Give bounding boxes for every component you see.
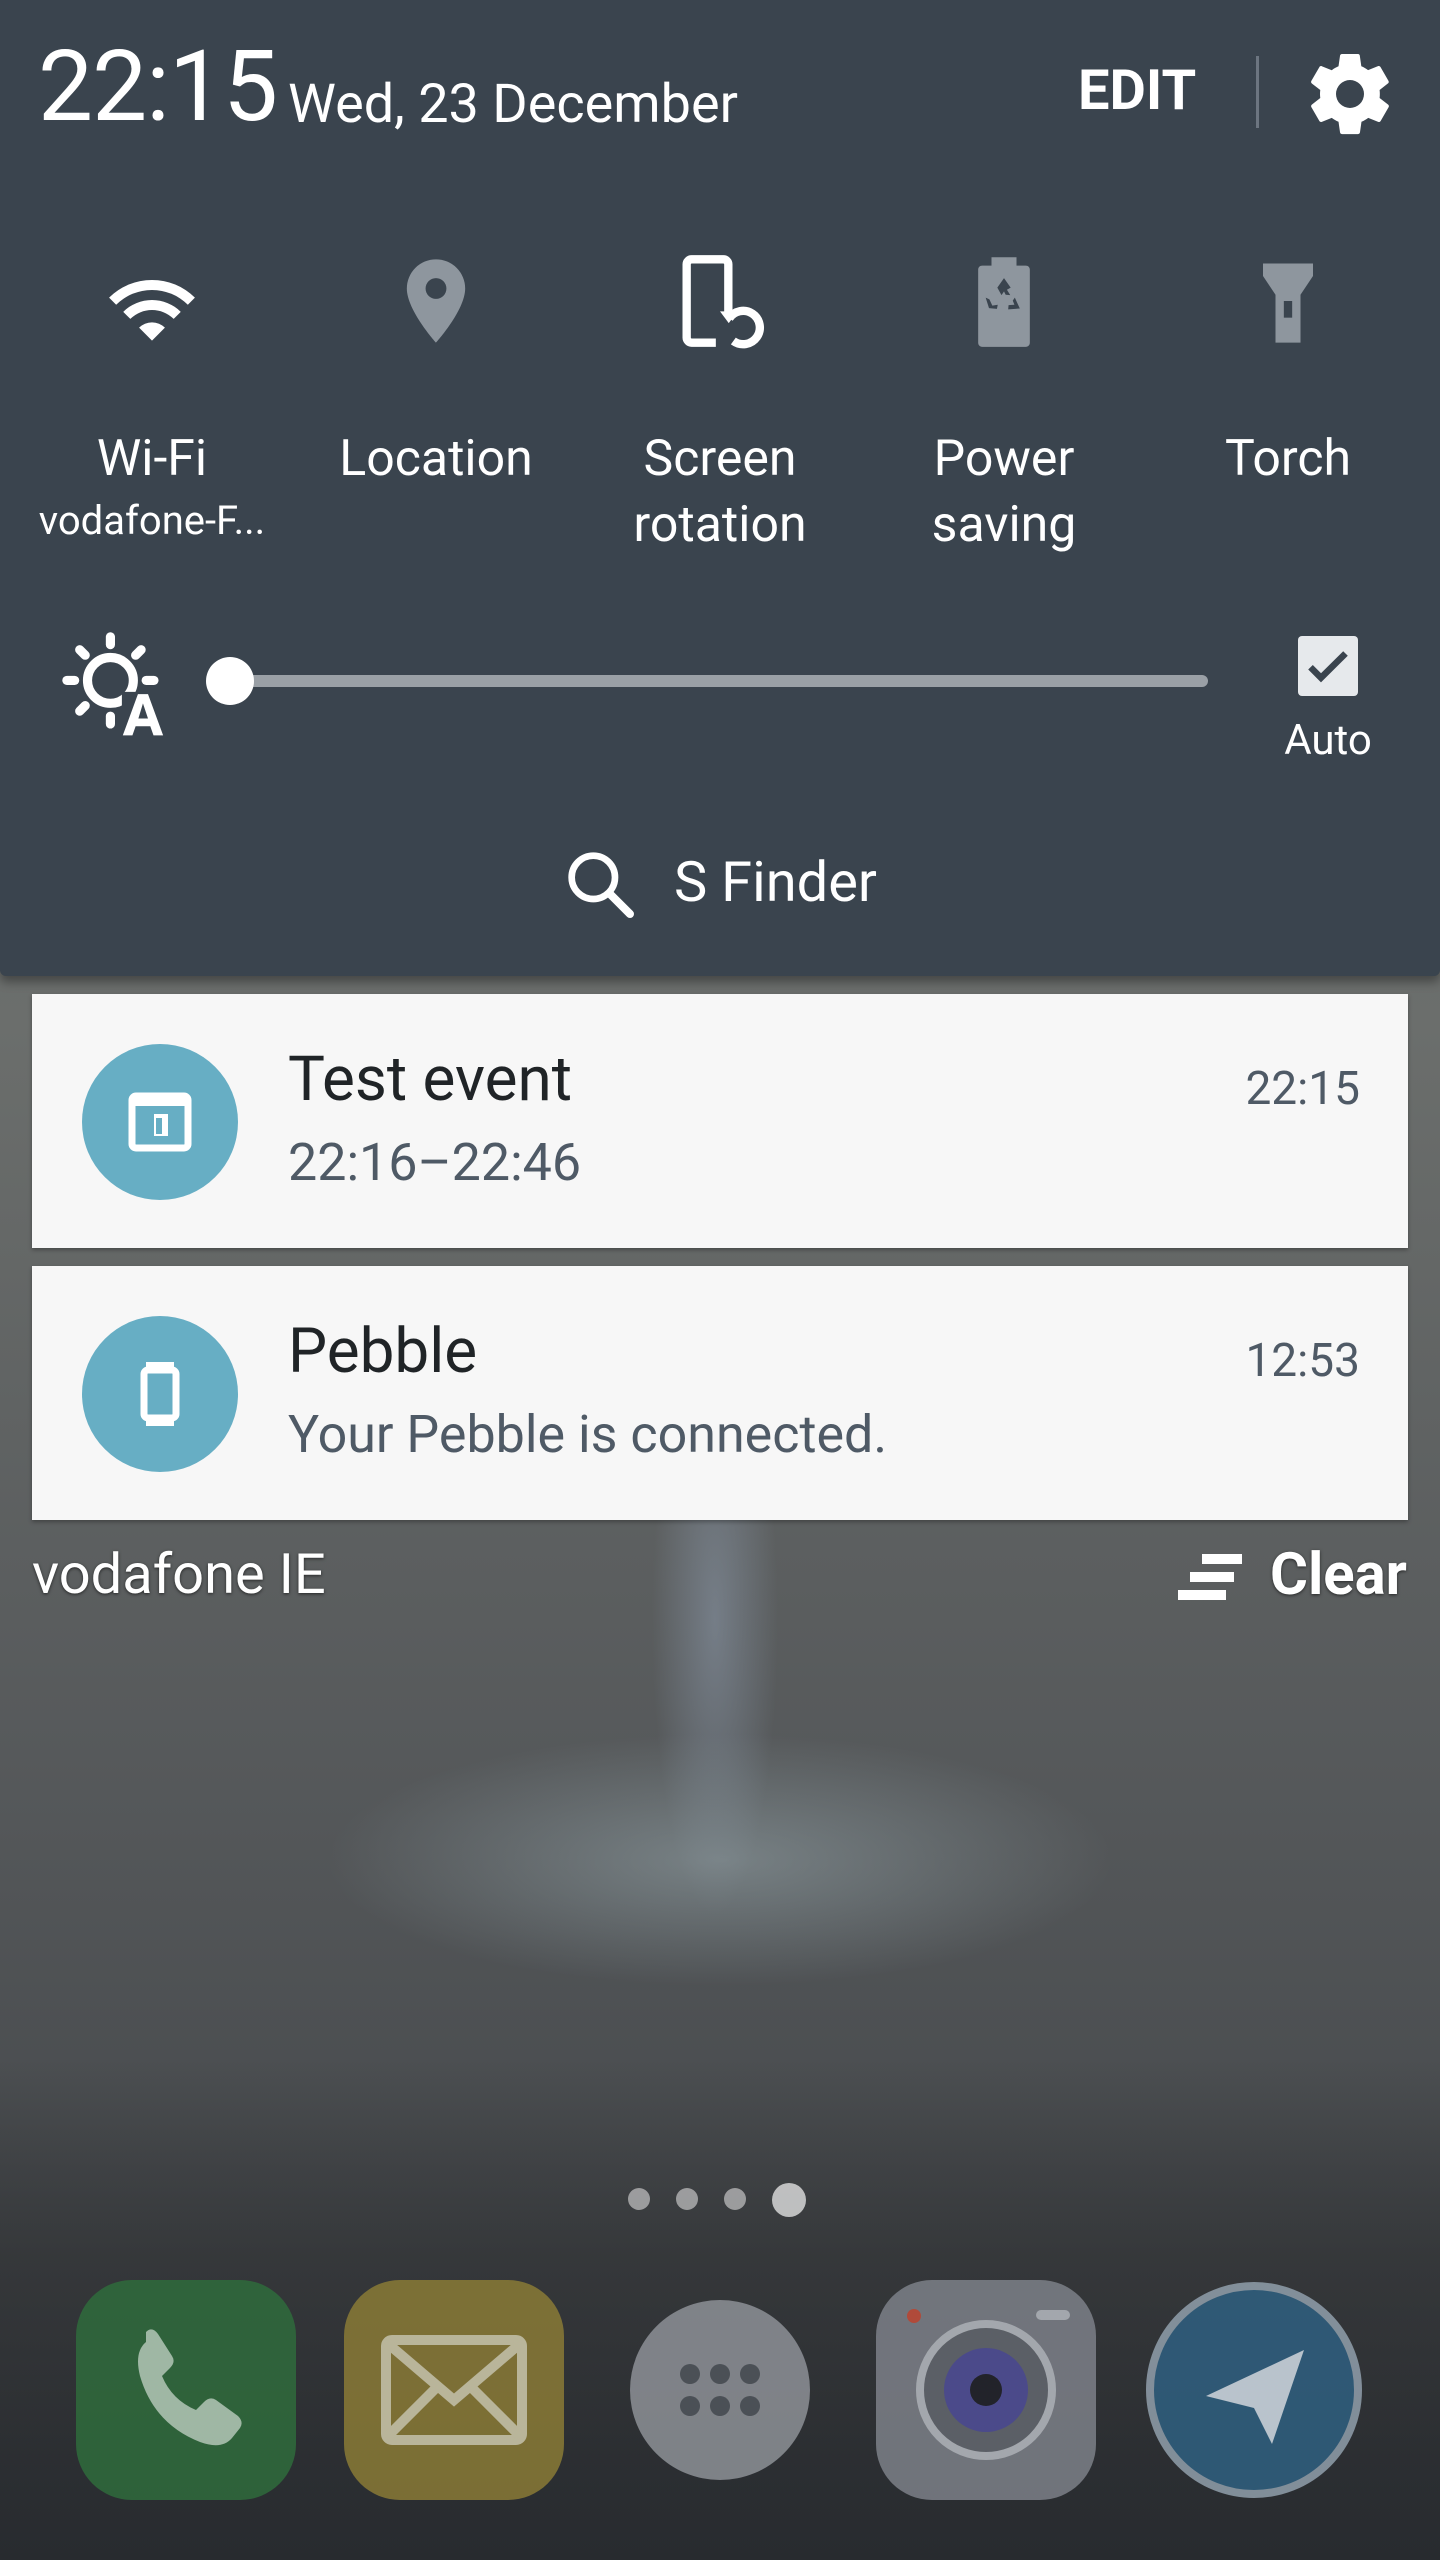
tile-torch-label: Torch [1224, 430, 1352, 488]
tile-screen-rotation-line2: rotation [633, 496, 807, 554]
clear-all-label: Clear [1270, 1541, 1407, 1609]
tile-location-label: Location [339, 430, 533, 488]
tile-power-saving-line2: saving [931, 496, 1077, 554]
tile-location[interactable]: Location [292, 240, 580, 580]
notification-card[interactable]: Test event 22:16–22:46 22:15 [32, 994, 1408, 1248]
notification-title: Pebble [288, 1315, 478, 1388]
apps-icon[interactable] [610, 2280, 830, 2500]
tile-screen-rotation-line1: Screen [643, 430, 797, 488]
notification-card[interactable]: Pebble Your Pebble is connected. 12:53 [32, 1266, 1408, 1520]
watch-icon [140, 1362, 180, 1426]
notification-avatar [82, 1316, 238, 1472]
notification-body: 22:16–22:46 [288, 1132, 582, 1193]
page-dot [676, 2188, 698, 2210]
auto-brightness-icon [62, 632, 168, 738]
quick-settings-tiles: Wi-Fi vodafone-F... Location Screen rota… [0, 240, 1440, 580]
calendar-icon [128, 1092, 192, 1152]
tile-wifi[interactable]: Wi-Fi vodafone-F... [8, 240, 296, 580]
brightness-slider-thumb[interactable] [206, 657, 254, 705]
status-date: Wed, 23 December [288, 73, 738, 136]
page-dot [628, 2188, 650, 2210]
tile-power-saving[interactable]: Power saving [860, 240, 1148, 580]
tile-wifi-network: vodafone-F... [38, 497, 266, 544]
messages-icon[interactable] [344, 2280, 564, 2500]
notification-title: Test event [288, 1043, 573, 1116]
search-icon [568, 852, 634, 918]
header-divider [1256, 56, 1259, 128]
notification-time: 12:53 [1245, 1334, 1360, 1388]
brightness-slider-track[interactable] [230, 675, 1208, 687]
tile-power-saving-line1: Power [933, 430, 1075, 488]
page-dot [724, 2188, 746, 2210]
camera-icon[interactable] [876, 2280, 1096, 2500]
wifi-icon [109, 279, 195, 341]
quick-settings-panel: 22:15 Wed, 23 December EDIT Wi-Fi vodafo… [0, 0, 1440, 976]
status-clock: 22:15 [38, 29, 278, 144]
checkmark-icon [1308, 651, 1348, 683]
phone-icon[interactable] [76, 2280, 296, 2500]
s-finder-label: S Finder [674, 849, 877, 915]
brightness-row: Auto [0, 620, 1440, 770]
tile-torch[interactable]: Torch [1144, 240, 1432, 580]
notification-avatar [82, 1044, 238, 1200]
notification-body: Your Pebble is connected. [288, 1404, 888, 1465]
auto-brightness-checkbox[interactable] [1298, 636, 1358, 696]
notification-time: 22:15 [1245, 1062, 1360, 1116]
power-saving-icon [978, 257, 1030, 347]
screen-rotation-icon [682, 255, 764, 349]
tile-screen-rotation[interactable]: Screen rotation [576, 240, 864, 580]
carrier-name: vodafone IE [32, 1541, 326, 1607]
home-page-indicator [628, 2180, 818, 2220]
clear-all-button[interactable]: Clear [1176, 1544, 1408, 1614]
tile-wifi-label: Wi-Fi [96, 430, 208, 488]
edit-button[interactable]: EDIT [1078, 62, 1196, 118]
location-icon [406, 259, 466, 343]
clear-all-icon [1178, 1554, 1242, 1600]
settings-gear-icon[interactable] [1302, 46, 1398, 142]
telegram-icon[interactable] [1144, 2280, 1364, 2500]
torch-icon [1263, 263, 1313, 343]
home-dock [0, 2280, 1440, 2500]
auto-brightness-label: Auto [1284, 716, 1372, 765]
s-finder-button[interactable]: S Finder [0, 832, 1440, 932]
page-dot-active [772, 2183, 806, 2217]
